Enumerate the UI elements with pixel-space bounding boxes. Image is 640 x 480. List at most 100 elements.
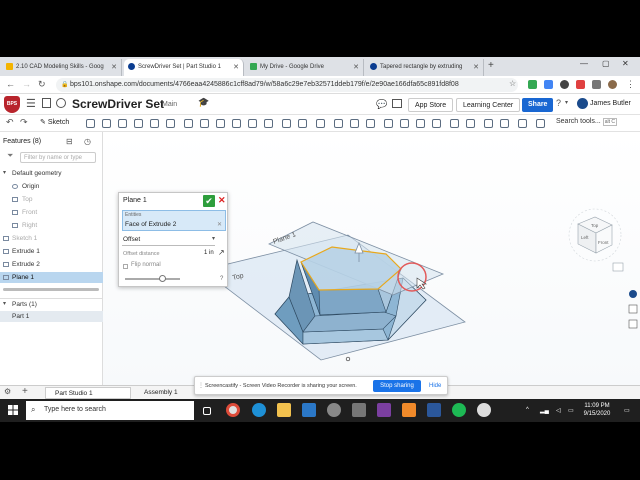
remove-entity-icon[interactable]: ✕ [217, 221, 222, 228]
delete-part-tool-icon[interactable] [366, 119, 375, 128]
move-face-tool-icon[interactable] [400, 119, 409, 128]
undo-icon[interactable]: ↶ [6, 117, 14, 128]
preview-slider-track[interactable] [125, 278, 180, 280]
close-window-icon[interactable]: ✕ [622, 59, 629, 68]
rollback-icon[interactable]: ⊟ [66, 137, 73, 146]
app-store-button[interactable]: App Store [408, 98, 454, 112]
help-icon[interactable]: ? [556, 98, 561, 108]
document-title[interactable]: ScrewDriver Set [72, 97, 164, 111]
view-options-icon[interactable] [612, 262, 624, 272]
sketch-button[interactable]: ✎ Sketch [40, 118, 69, 126]
browser-tab-cad-skills[interactable]: 2.10 CAD Modeling Skills - Goog ✕ [2, 59, 122, 76]
tree-item-extrude-2[interactable]: Extrude 2 [0, 259, 103, 270]
back-icon[interactable]: ← [6, 79, 15, 89]
new-tab-button[interactable]: + [488, 60, 494, 71]
extension-icon[interactable] [544, 80, 553, 89]
tree-item-origin[interactable]: Origin [0, 181, 103, 192]
thicken-tool-icon[interactable] [150, 119, 159, 128]
system-clock[interactable]: 11:09 PM 9/15/2020 [580, 402, 614, 418]
menu-dots-icon[interactable]: ⋮ [626, 79, 635, 90]
tree-item-front[interactable]: Front [0, 207, 103, 218]
user-name[interactable]: James Butler [590, 100, 631, 107]
split-tool-icon[interactable] [334, 119, 343, 128]
tray-chevron-icon[interactable]: ^ [526, 407, 529, 413]
transform-tool-icon[interactable] [350, 119, 359, 128]
shell-tool-icon[interactable] [248, 119, 257, 128]
plane-tool-icon[interactable] [450, 119, 459, 128]
browser-tab-drive[interactable]: My Drive - Google Drive ✕ [246, 59, 364, 76]
helix-tool-icon[interactable] [484, 119, 493, 128]
network-icon[interactable]: ▂▄ [540, 407, 549, 414]
filter-icon[interactable]: ⏷ [7, 151, 13, 161]
fillet-tool-icon[interactable] [184, 119, 193, 128]
task-view-icon[interactable] [203, 407, 211, 415]
mirror-tool-icon[interactable] [298, 119, 307, 128]
battery-icon[interactable]: ▭ [568, 407, 574, 414]
history-icon[interactable] [56, 98, 66, 108]
draft-tool-icon[interactable] [216, 119, 225, 128]
graduation-cap-icon[interactable]: 🎓 [198, 97, 209, 108]
tab-part-studio-1[interactable]: Part Studio 1 [45, 387, 131, 399]
edge-icon[interactable] [252, 403, 266, 417]
close-icon[interactable]: ✕ [233, 63, 239, 71]
maximize-icon[interactable]: ▢ [602, 59, 610, 68]
boolean-tool-icon[interactable] [316, 119, 325, 128]
minimize-icon[interactable]: — [580, 59, 588, 68]
onenote-icon[interactable] [377, 403, 391, 417]
tree-item-default-geometry[interactable]: ▾ Default geometry [0, 168, 103, 179]
chevron-down-icon[interactable]: ▾ [3, 300, 6, 307]
chevron-down-icon[interactable]: ▾ [3, 169, 6, 176]
modify-fillet-tool-icon[interactable] [384, 119, 393, 128]
notifications-icon[interactable]: ▭ [624, 407, 630, 414]
chevron-down-icon[interactable]: ▾ [565, 99, 568, 106]
mate-connector-tool-icon[interactable] [466, 119, 475, 128]
entities-selection-field[interactable]: Entities Face of Extrude 2 ✕ [122, 210, 226, 231]
reload-icon[interactable]: ↻ [38, 79, 46, 90]
settings-icon[interactable] [327, 403, 341, 417]
search-tools-input[interactable]: Search tools... alt C [556, 118, 617, 126]
close-icon[interactable]: ✕ [111, 63, 117, 71]
close-icon[interactable]: ✕ [353, 63, 359, 71]
hole-tool-icon[interactable] [264, 119, 273, 128]
volume-icon[interactable]: ◁ [556, 407, 561, 414]
spotify-icon[interactable] [452, 403, 466, 417]
tree-item-top[interactable]: Top [0, 194, 103, 205]
replace-face-tool-icon[interactable] [416, 119, 425, 128]
tree-item-sketch-1[interactable]: Sketch 1 [0, 233, 103, 244]
section-view-icon[interactable] [628, 319, 638, 329]
word-icon[interactable] [427, 403, 441, 417]
taskbar-search-input[interactable]: ⌕ Type here to search [26, 401, 194, 420]
variable-tool-icon[interactable] [518, 119, 527, 128]
enclose-tool-icon[interactable] [166, 119, 175, 128]
tree-item-right[interactable]: Right [0, 220, 103, 231]
branch-label[interactable]: Main [162, 101, 177, 108]
accept-button[interactable]: ✔ [203, 195, 215, 207]
sheet-metal-tool-icon[interactable] [500, 119, 509, 128]
extension-icon[interactable] [560, 80, 569, 89]
clock-icon[interactable]: ◷ [84, 137, 91, 146]
extension-icon[interactable] [576, 80, 585, 89]
document-icon[interactable] [42, 98, 51, 108]
app-icon[interactable] [352, 403, 366, 417]
rib-tool-icon[interactable] [232, 119, 241, 128]
measure-icon[interactable] [628, 304, 638, 314]
preview-slider-handle[interactable] [159, 275, 166, 282]
add-tab-icon[interactable]: + [22, 386, 28, 397]
browser-tab-screwdriver[interactable]: ScrewDriver Set | Part Studio 1 ✕ [124, 59, 244, 76]
offset-surface-tool-icon[interactable] [432, 119, 441, 128]
hamburger-icon[interactable]: ☰ [26, 97, 36, 110]
mail-icon[interactable] [302, 403, 316, 417]
windows-start-icon[interactable] [8, 405, 18, 415]
direction-arrow-icon[interactable]: ↗ [218, 248, 225, 257]
stop-sharing-button[interactable]: Stop sharing [373, 380, 421, 392]
url-input[interactable]: 🔒 bps101.onshape.com/documents/4766eaa42… [56, 78, 518, 92]
tree-item-extrude-1[interactable]: Extrude 1 [0, 246, 103, 257]
revolve-tool-icon[interactable] [102, 119, 111, 128]
extrude-tool-icon[interactable] [86, 119, 95, 128]
puzzle-icon[interactable] [592, 80, 601, 89]
profile-avatar[interactable] [608, 80, 617, 89]
app-icon[interactable] [402, 403, 416, 417]
pattern-tool-icon[interactable] [282, 119, 291, 128]
comment-icon[interactable]: 💬 [376, 99, 387, 110]
learning-center-button[interactable]: Learning Center [456, 98, 521, 112]
